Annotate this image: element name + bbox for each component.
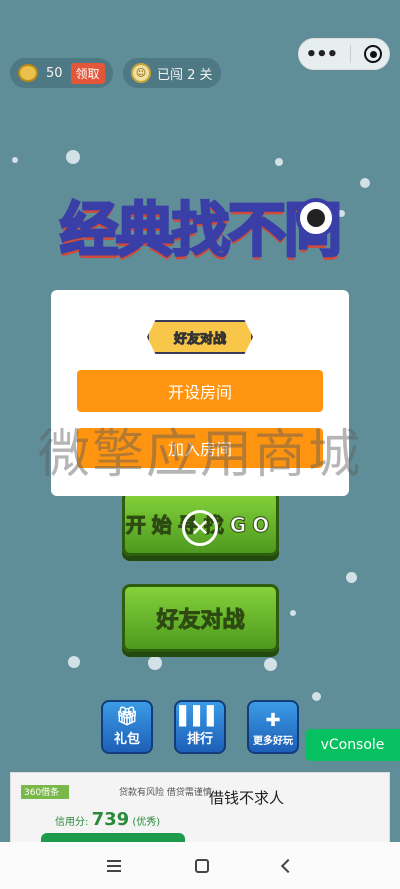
more-games-label: 更多好玩 [253, 736, 293, 747]
snow-dot [346, 572, 357, 583]
coins-value: 50 [46, 65, 63, 81]
ad-warning: 贷款有风险 借贷需谨慎 [119, 788, 212, 798]
snow-dot [360, 178, 370, 188]
vconsole-button[interactable]: vConsole [305, 729, 400, 761]
coins-pill[interactable]: 50 领取 [10, 58, 113, 88]
capsule-divider [350, 45, 352, 63]
close-icon[interactable]: ✕ [182, 510, 218, 546]
more-dots-icon[interactable]: ••• [306, 44, 339, 65]
ad-credit-score: 信用分: 739 (优秀) [55, 809, 160, 830]
menu-icon[interactable] [107, 859, 121, 872]
mini-program-capsule: ••• [298, 38, 390, 70]
level-pill: ☺ 已闯 2 关 [123, 58, 221, 88]
ad-score-label: 信用分: [55, 817, 89, 828]
system-nav-bar [0, 842, 400, 889]
gift-icon: 🎁︎ [115, 706, 139, 727]
home-icon[interactable] [195, 858, 209, 873]
ad-title: 借钱不求人 [209, 789, 285, 807]
modal-title: 好友对战 [147, 320, 253, 354]
level-text: 已闯 2 关 [157, 67, 213, 83]
snow-dot [68, 656, 80, 668]
smile-icon: ☺ [131, 63, 151, 83]
eye-icon [296, 198, 336, 238]
rank-button[interactable]: ▌▌▌ 排行 [174, 700, 226, 754]
ad-logo: 360借条 [21, 785, 69, 799]
friend-battle-modal: 好友对战 开设房间 加入房间 [51, 290, 349, 496]
snow-dot [312, 692, 321, 701]
gift-label: 礼包 [113, 732, 140, 747]
gamepad-icon: ✚ [265, 710, 281, 731]
claim-button[interactable]: 领取 [70, 62, 105, 84]
snow-dot [66, 150, 80, 164]
snow-dot [290, 610, 296, 616]
snow-dot [275, 158, 283, 166]
join-room-button[interactable]: 加入房间 [77, 428, 323, 468]
friend-battle-button[interactable]: 好友对战 [122, 584, 279, 652]
bar-chart-icon: ▌▌▌ [179, 706, 221, 727]
snow-dot [12, 157, 18, 163]
coin-icon [18, 64, 38, 82]
exit-target-icon[interactable] [364, 45, 383, 63]
snow-dot [148, 656, 162, 670]
snow-dot [264, 658, 277, 671]
game-logo: 经典找不同 [50, 180, 350, 270]
ad-banner[interactable]: 360借条 贷款有风险 借贷需谨慎 借钱不求人 信用分: 739 (优秀) [10, 772, 390, 845]
back-icon[interactable] [280, 858, 296, 873]
more-games-button[interactable]: ✚ 更多好玩 [247, 700, 299, 754]
gift-button[interactable]: 🎁︎ 礼包 [101, 700, 153, 754]
ad-score-grade: (优秀) [132, 817, 161, 828]
create-room-button[interactable]: 开设房间 [77, 370, 323, 412]
rank-label: 排行 [186, 732, 213, 747]
ad-score-value: 739 [91, 809, 130, 830]
